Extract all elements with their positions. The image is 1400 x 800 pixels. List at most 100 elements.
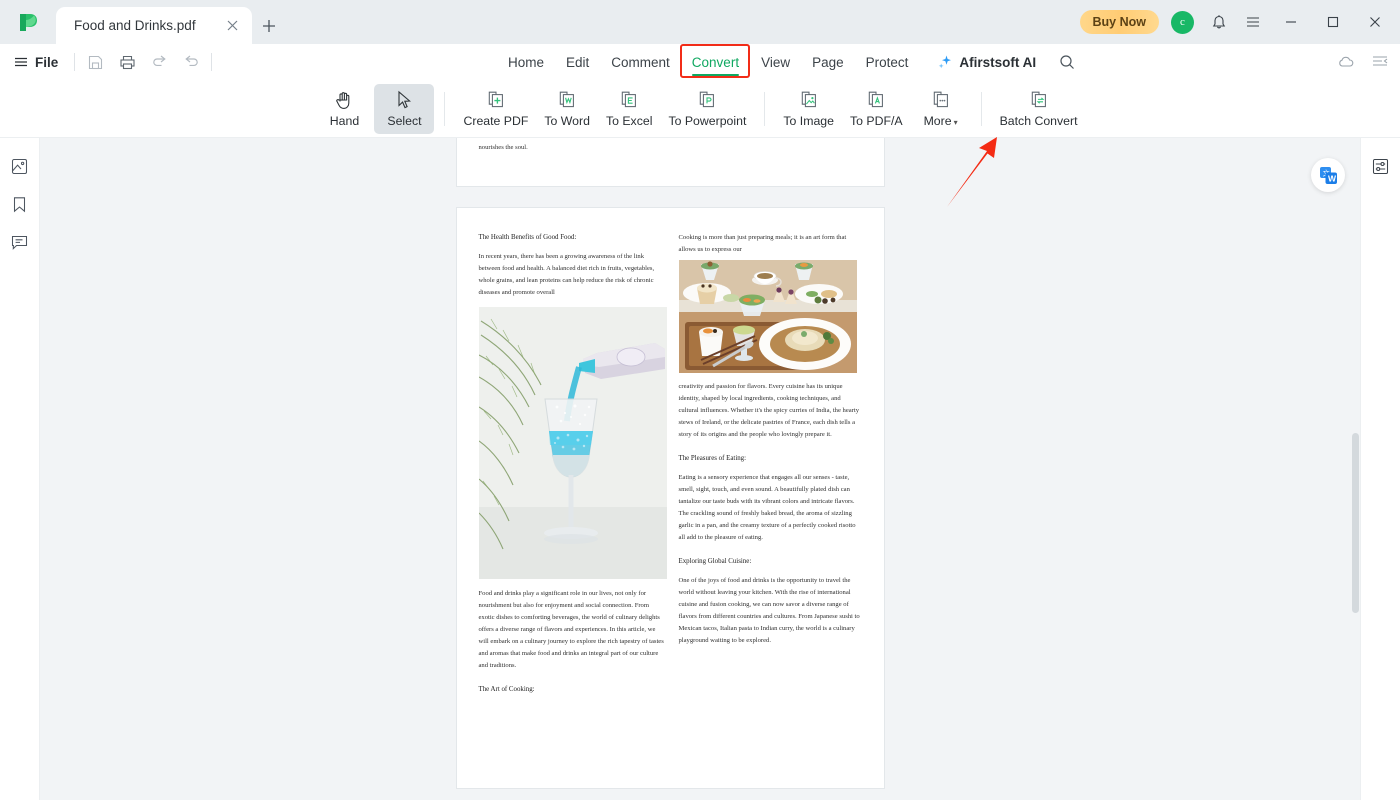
divider xyxy=(980,91,982,126)
tab-protect[interactable]: Protect xyxy=(855,44,920,80)
select-tool-button[interactable]: Select xyxy=(374,83,435,134)
more-label: More ▾ xyxy=(924,114,958,128)
divider xyxy=(74,53,76,71)
to-pdfa-label: To PDF/A xyxy=(849,114,903,128)
meal-spread-illustration xyxy=(678,260,857,373)
print-icon[interactable] xyxy=(111,49,143,75)
bookmark-icon xyxy=(13,196,26,212)
redo-icon[interactable] xyxy=(175,49,207,75)
to-excel-icon xyxy=(621,91,637,108)
panel-toggle-icon[interactable] xyxy=(1364,49,1396,75)
right-heading-1: The Pleasures of Eating: xyxy=(678,455,747,462)
to-powerpoint-icon xyxy=(700,91,715,108)
to-word-label: To Word xyxy=(544,114,590,128)
right-gutter: 文 W xyxy=(1300,138,1360,800)
tab-title: Food and Drinks.pdf xyxy=(74,18,196,33)
to-word-icon xyxy=(559,91,575,108)
vertical-scrollbar[interactable] xyxy=(1352,138,1359,800)
afirstsoft-ai-button[interactable]: Afirstsoft AI xyxy=(919,44,1046,80)
right-paragraph-2: creativity and passion for flavors. Ever… xyxy=(678,383,860,438)
document-properties-button[interactable] xyxy=(1367,152,1395,180)
sidebar-thumbnails[interactable] xyxy=(6,152,34,180)
undo-icon[interactable] xyxy=(143,49,175,75)
buy-now-button[interactable]: Buy Now xyxy=(1079,10,1159,34)
right-paragraph-1: Cooking is more than just preparing meal… xyxy=(678,234,847,253)
divider xyxy=(211,53,213,71)
japanese-meal-image xyxy=(678,260,857,373)
cloud-icon[interactable] xyxy=(1330,49,1362,75)
sparkle-icon xyxy=(939,55,952,69)
hand-tool-button[interactable]: Hand xyxy=(314,84,374,134)
hamburger-icon xyxy=(15,57,27,67)
translate-to-word-button[interactable]: 文 W xyxy=(1311,158,1345,192)
to-pdfa-button[interactable]: To PDF/A xyxy=(842,84,911,134)
right-heading-2: Exploring Global Cuisine: xyxy=(678,558,752,565)
hamburger-menu-icon[interactable] xyxy=(1238,7,1268,37)
translate-to-word-icon: 文 W xyxy=(1319,166,1337,184)
document-tab[interactable]: Food and Drinks.pdf xyxy=(56,7,252,44)
tab-convert[interactable]: Convert xyxy=(681,44,750,80)
to-excel-label: To Excel xyxy=(605,114,653,128)
search-icon[interactable] xyxy=(1052,47,1082,77)
tab-view[interactable]: View xyxy=(750,44,801,80)
tab-edit[interactable]: Edit xyxy=(555,44,600,80)
afirstsoft-ai-label: Afirstsoft AI xyxy=(959,54,1037,70)
to-image-label: To Image xyxy=(783,114,834,128)
avatar[interactable]: c xyxy=(1171,10,1194,34)
save-icon[interactable] xyxy=(79,49,111,75)
previous-page-tail-text: nourishes the soul. xyxy=(478,144,528,151)
sidebar-comments[interactable] xyxy=(6,228,34,256)
champagne-glass-image xyxy=(478,307,667,579)
divider xyxy=(444,91,446,126)
afirstsoft-leaf-logo-icon xyxy=(20,14,37,31)
title-bar: Food and Drinks.pdf Buy Now c xyxy=(0,0,1400,44)
menubar-right-controls xyxy=(1330,44,1396,80)
left-sidebar xyxy=(0,138,40,800)
left-paragraph-1: In recent years, there has been a growin… xyxy=(478,253,655,296)
to-powerpoint-label: To Powerpoint xyxy=(668,114,747,128)
minimize-icon[interactable] xyxy=(1272,0,1310,44)
app-logo xyxy=(0,0,56,44)
close-icon[interactable] xyxy=(222,16,242,36)
batch-convert-button[interactable]: Batch Convert xyxy=(992,84,1086,134)
workspace: nourishes the soul. The Health Benefits … xyxy=(0,138,1400,800)
sidebar-bookmarks[interactable] xyxy=(6,190,34,218)
tab-comment[interactable]: Comment xyxy=(600,44,681,80)
page-fragment-previous: nourishes the soul. xyxy=(456,138,884,186)
create-pdf-label: Create PDF xyxy=(463,114,529,128)
cursor-icon xyxy=(398,90,412,109)
document-viewer[interactable]: nourishes the soul. The Health Benefits … xyxy=(40,138,1300,800)
menu-bar: File Home Edit Comment Convert View Page… xyxy=(0,44,1400,80)
right-sidebar xyxy=(1360,138,1400,800)
hand-icon xyxy=(336,92,350,109)
to-word-button[interactable]: To Word xyxy=(536,84,598,134)
page-left-column: The Health Benefits of Good Food: In rec… xyxy=(478,232,667,703)
more-button[interactable]: More ▾ xyxy=(911,84,971,134)
page-right-column: Cooking is more than just preparing meal… xyxy=(678,232,862,703)
right-paragraph-4: One of the joys of food and drinks is th… xyxy=(678,577,860,644)
file-menu-button[interactable]: File xyxy=(0,49,70,75)
to-powerpoint-button[interactable]: To Powerpoint xyxy=(660,84,754,134)
file-menu-label: File xyxy=(35,54,59,70)
left-heading-1: The Health Benefits of Good Food: xyxy=(478,234,577,241)
maximize-icon[interactable] xyxy=(1314,0,1352,44)
tab-page[interactable]: Page xyxy=(801,44,855,80)
to-excel-button[interactable]: To Excel xyxy=(598,84,660,134)
scrollbar-thumb[interactable] xyxy=(1352,433,1359,613)
page-4: The Health Benefits of Good Food: In rec… xyxy=(456,208,884,788)
left-heading-2: The Art of Cooking: xyxy=(478,686,535,693)
tab-home[interactable]: Home xyxy=(497,44,555,80)
create-pdf-button[interactable]: Create PDF xyxy=(455,84,536,134)
to-image-button[interactable]: To Image xyxy=(775,84,842,134)
plus-icon[interactable] xyxy=(252,7,286,44)
more-text: More xyxy=(923,114,952,128)
hand-tool-label: Hand xyxy=(329,114,360,128)
bell-icon[interactable] xyxy=(1204,7,1234,37)
champagne-glass-illustration xyxy=(478,307,667,579)
sliders-icon xyxy=(1372,158,1389,174)
window-close-icon[interactable] xyxy=(1356,0,1394,44)
left-paragraph-2: Food and drinks play a significant role … xyxy=(478,590,664,669)
svg-text:W: W xyxy=(1328,173,1337,183)
